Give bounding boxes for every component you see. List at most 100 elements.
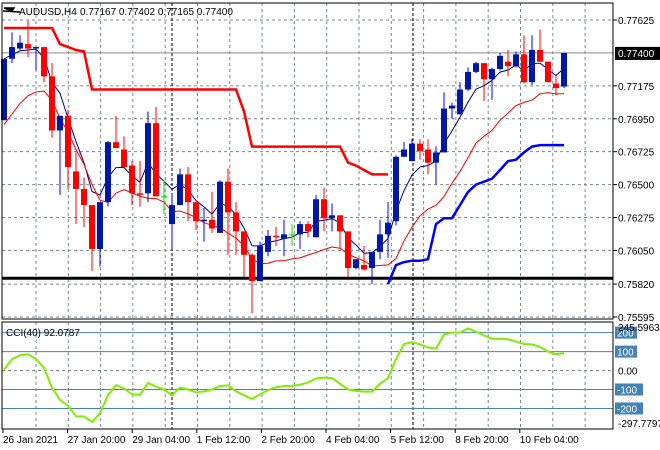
candle: [161, 180, 167, 214]
price-label: 0.76050: [618, 246, 655, 257]
candle: [193, 202, 199, 230]
candle: [113, 115, 119, 149]
candle: [17, 35, 23, 50]
cci-max-label: 245.5963: [618, 323, 660, 334]
cci-panel-frame: [1, 321, 614, 430]
candle-body: [425, 149, 431, 163]
candle: [313, 194, 319, 238]
time-label: 1 Feb 12:00: [197, 435, 251, 446]
candle: [521, 35, 527, 84]
candle-body: [89, 205, 95, 249]
candle-body: [417, 143, 423, 151]
candle: [545, 61, 551, 83]
time-label: 8 Feb 20:00: [455, 435, 509, 446]
candle-body: [65, 115, 71, 168]
candle: [401, 142, 407, 157]
ohlc-label: 0.77167 0.77402 0.77165 0.77400: [80, 7, 233, 18]
candle-body: [369, 251, 375, 268]
candle-body: [121, 149, 127, 168]
candle: [321, 187, 327, 232]
candle: [105, 140, 111, 207]
candle: [497, 52, 503, 71]
price-label: 0.75820: [618, 280, 655, 291]
candle: [201, 208, 207, 242]
candle-body: [329, 215, 335, 219]
candle-body: [9, 47, 15, 59]
candle: [265, 229, 271, 257]
candle-body: [449, 105, 455, 109]
candle-body: [17, 42, 23, 49]
candle: [49, 63, 55, 138]
candle-body: [49, 76, 55, 131]
candle: [345, 231, 351, 277]
cci-min-label: -297.7797: [618, 419, 660, 430]
candle-body: [209, 219, 215, 229]
candle: [121, 136, 127, 169]
candle: [393, 155, 399, 226]
candle: [481, 63, 487, 102]
candle-body: [73, 171, 79, 189]
candle-body: [481, 63, 487, 80]
sell-arrow-icon: [2, 7, 21, 13]
candle: [65, 109, 71, 189]
cci-label: CCI(40) 92.0787: [6, 328, 80, 339]
candle: [73, 152, 79, 225]
lower-channel-line: [386, 143, 564, 285]
candle-body: [273, 235, 279, 238]
candle-body: [385, 222, 391, 235]
time-label: 26 Jan 2021: [3, 435, 58, 446]
candle-body: [505, 61, 511, 67]
candle: [249, 253, 255, 314]
candle-body: [233, 212, 239, 232]
candle: [217, 180, 223, 233]
candle: [129, 161, 135, 206]
candle-body: [353, 259, 359, 268]
candle: [241, 231, 247, 277]
price-label: 0.76950: [618, 115, 655, 126]
candle-body: [81, 188, 87, 206]
candle-body: [457, 89, 463, 115]
candle-body: [137, 193, 143, 195]
candle: [25, 20, 31, 58]
candle-body: [441, 108, 447, 153]
candle: [33, 47, 39, 71]
time-label: 4 Feb 04:00: [326, 435, 380, 446]
candle-body: [265, 235, 271, 252]
candle: [385, 202, 391, 258]
time-label: 29 Jan 04:00: [132, 435, 190, 446]
price-label: 0.77625: [618, 16, 655, 27]
price-label: 0.76725: [618, 148, 655, 159]
candle: [353, 259, 359, 270]
candle-body: [305, 224, 311, 232]
candle-body: [313, 199, 319, 238]
candle-body: [529, 49, 535, 83]
candle: [257, 241, 263, 282]
candle-body: [241, 231, 247, 255]
price-chart[interactable]: 0.77625 0.77175 0.76950 0.76725 0.76500 0.762…: [0, 0, 660, 450]
candle: [225, 168, 231, 255]
candle-body: [217, 181, 223, 233]
candle-body: [145, 123, 151, 194]
candle: [137, 161, 143, 207]
candle-body: [257, 246, 263, 282]
candle: [305, 221, 311, 238]
candle-body: [521, 54, 527, 83]
candle-body: [153, 123, 159, 197]
price-label: 0.76275: [618, 214, 655, 225]
candle: [233, 202, 239, 255]
candle: [433, 146, 439, 185]
candle: [473, 61, 479, 74]
candle-body: [489, 69, 495, 80]
time-label: 5 Feb 12:00: [391, 435, 445, 446]
candle-body: [545, 61, 551, 83]
candle: [537, 29, 543, 62]
candle-body: [513, 54, 519, 67]
candle-body: [561, 52, 567, 87]
candle: [513, 51, 519, 68]
cci-zero-label: 0.00: [618, 367, 638, 378]
candle-body: [41, 47, 47, 77]
candle: [329, 203, 335, 232]
time-label: 27 Jan 20:00: [68, 435, 126, 446]
candle: [337, 215, 343, 249]
candle-body: [401, 149, 407, 157]
